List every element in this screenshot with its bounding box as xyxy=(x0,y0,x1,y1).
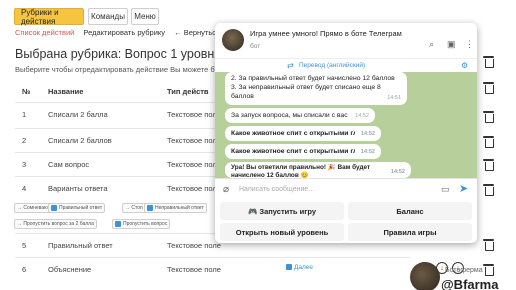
link-icon xyxy=(115,221,121,227)
kb-new-level[interactable]: Открыть новый уровень xyxy=(220,223,344,241)
tab-rubrics[interactable]: Рубрики и действия xyxy=(14,8,84,26)
arrow-icon xyxy=(286,264,292,270)
bot-name: Ботоферма xyxy=(445,267,483,274)
link-icon xyxy=(51,205,57,211)
row-type: Текстовое поле xyxy=(167,265,221,274)
bot-handle: @Bfarma xyxy=(441,277,499,290)
translate-bar[interactable]: ⇄ Перевод (английский) ⚙ xyxy=(215,58,477,72)
attach-icon[interactable]: ⌀ xyxy=(223,185,229,195)
message-bubble: Какое животное спит с открытыми глазами?… xyxy=(225,144,381,159)
message-bubble: За запуск вопроса, мы списали с вас 2 ба… xyxy=(225,108,375,123)
col-number: № xyxy=(22,87,31,96)
arrow-down-icon: ↓ xyxy=(440,264,444,272)
chip-skip[interactable]: → Пропустить вопрос за 2 балла xyxy=(14,219,97,229)
row-number: 3 xyxy=(22,160,27,169)
col-name: Название xyxy=(48,87,84,96)
row-number: 1 xyxy=(22,110,27,119)
row-number: 6 xyxy=(22,265,27,274)
crumb-list[interactable]: Список действий xyxy=(15,28,74,37)
chat-title[interactable]: Игра умнее умного! Прямо в боте Телеграм xyxy=(250,29,402,38)
trash-icon[interactable] xyxy=(483,158,494,171)
row-type: Текстовое поле xyxy=(167,110,221,119)
message-text: Ура! Вы ответили правильно! 🎉 Вам будет … xyxy=(231,164,371,178)
row-name: Объяснение xyxy=(48,265,92,274)
row-name: Варианты ответа xyxy=(48,184,108,193)
message-text: 2. За правильный ответ будет начислено 1… xyxy=(231,75,395,101)
chip-label: Пропустить вопрос xyxy=(123,221,168,227)
crumb-edit[interactable]: Редактировать рубрику xyxy=(83,28,165,37)
message-time: 14:52 xyxy=(390,169,405,176)
chip-wrong[interactable]: Неправильный ответ xyxy=(144,203,207,213)
row-number: 5 xyxy=(22,241,27,250)
table-row[interactable]: 6 Объяснение Текстовое поле xyxy=(15,257,410,279)
row-name: Правильный ответ xyxy=(48,241,113,250)
kb-start-game[interactable]: 🎮 Запустить игру xyxy=(220,202,344,220)
page-hint: Выберите чтобы отредактировать действие … xyxy=(15,65,245,74)
message-time: 14:52 xyxy=(360,148,375,155)
row-number: 2 xyxy=(22,136,27,145)
message-text: Какое животное спит с открытыми глазами? xyxy=(231,130,355,137)
translate-label[interactable]: Перевод (английский) xyxy=(299,62,365,69)
translate-icon: ⇄ xyxy=(287,61,294,70)
chip-label: Правильный ответ xyxy=(59,205,103,211)
col-type: Тип действ xyxy=(167,87,209,96)
input-placeholder[interactable]: Написать сообщение... xyxy=(239,186,314,193)
sidebar-icon[interactable]: ▣ xyxy=(447,40,456,49)
chat-avatar[interactable] xyxy=(222,29,244,51)
trash-icon[interactable] xyxy=(483,238,494,251)
message-bubble: Ура! Вы ответили правильно! 🎉 Вам будет … xyxy=(225,162,411,178)
trash-icon[interactable] xyxy=(483,263,494,276)
send-icon[interactable]: ➤ xyxy=(459,184,468,195)
trash-icon[interactable] xyxy=(483,81,494,94)
chip-correct[interactable]: Правильный ответ xyxy=(48,203,106,213)
row-type: Текстовое поле xyxy=(167,136,221,145)
kb-balance[interactable]: Баланс xyxy=(348,202,472,220)
chip-label: → Стоп xyxy=(125,205,143,211)
message-text: Какое животное спит с открытыми глазами? xyxy=(231,148,355,155)
chip-label: → Пропустить вопрос за 2 балла xyxy=(17,221,94,227)
chat-header: Игра умнее умного! Прямо в боте Телеграм… xyxy=(215,23,477,58)
row-name: Сам вопрос xyxy=(48,160,90,169)
trash-icon[interactable] xyxy=(483,110,494,123)
chip-stop[interactable]: → Стоп xyxy=(122,203,146,213)
row-type: Текстовое поле xyxy=(167,241,221,250)
tab-commands[interactable]: Команды xyxy=(88,8,128,25)
trash-icon[interactable] xyxy=(483,55,494,68)
row-type: Текстовое поле xyxy=(167,184,221,193)
row-name: Списали 2 баллов xyxy=(48,136,112,145)
kb-rules[interactable]: Правила игры xyxy=(348,223,472,241)
telegram-window: Игра умнее умного! Прямо в боте Телеграм… xyxy=(215,23,477,243)
tab-menu[interactable]: Меню xyxy=(131,8,159,25)
message-input[interactable]: ⌀ Написать сообщение... ▭ ➤ xyxy=(215,178,477,200)
search-icon[interactable]: ⌕ xyxy=(429,40,434,49)
link-icon xyxy=(147,205,153,211)
bot-avatar xyxy=(410,262,440,290)
row-type: Текстовое поле xyxy=(167,160,221,169)
message-text: За запуск вопроса, мы списали с вас 2 ба… xyxy=(231,112,349,119)
message-bubble: Какое животное спит с открытыми глазами?… xyxy=(225,126,381,141)
settings-icon[interactable]: ⚙ xyxy=(461,61,468,70)
trash-icon[interactable] xyxy=(483,135,494,148)
chat-subtitle: бот xyxy=(250,43,261,50)
keyboard-icon[interactable]: ▭ xyxy=(441,185,450,194)
row-number: 4 xyxy=(22,184,27,193)
row-name: Списали 2 балла xyxy=(48,110,108,119)
chip-label: Неправильный ответ xyxy=(155,205,204,211)
message-time: 14:52 xyxy=(355,112,369,119)
next-link[interactable]: Далее xyxy=(286,264,313,271)
message-bubble: 2. За правильный ответ будет начислено 1… xyxy=(225,72,407,105)
chip-skip-question[interactable]: Пропустить вопрос xyxy=(112,219,171,229)
bot-keyboard: 🎮 Запустить игру Баланс Открыть новый ур… xyxy=(215,200,477,243)
more-icon[interactable]: ⋮ xyxy=(465,40,474,49)
trash-icon[interactable] xyxy=(483,183,494,196)
message-time: 14:51 xyxy=(387,94,401,101)
message-time: 14:52 xyxy=(360,130,375,137)
